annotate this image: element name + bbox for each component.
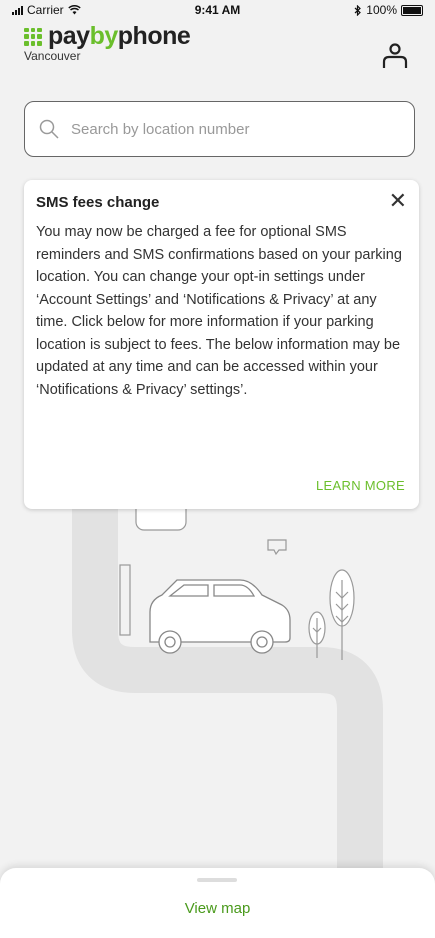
logo-text-pay: pay — [48, 22, 90, 50]
account-icon[interactable] — [382, 42, 408, 70]
logo-text: paybyphone — [48, 22, 191, 51]
notice-title: SMS fees change — [36, 194, 160, 211]
battery-icon — [401, 4, 423, 16]
app-header: paybyphone Vancouver — [24, 22, 414, 82]
search-bar[interactable] — [24, 101, 415, 157]
notice-body: You may now be charged a fee for optiona… — [36, 224, 402, 398]
sms-fees-notice: SMS fees change ✕ You may now be charged… — [24, 180, 419, 509]
search-input[interactable] — [69, 119, 393, 139]
view-map-button[interactable]: View map — [0, 900, 435, 917]
learn-more-link[interactable]: LEARN MORE — [316, 478, 405, 493]
city-label: Vancouver — [24, 49, 81, 63]
search-icon — [39, 119, 59, 139]
status-right: 100% — [354, 3, 423, 17]
logo-text-by: by — [89, 22, 119, 50]
paybyphone-logo: paybyphone — [24, 22, 414, 51]
bluetooth-icon — [354, 4, 362, 16]
logo-grid-icon — [24, 27, 42, 46]
status-bar: Carrier 9:41 AM 100% — [0, 0, 435, 20]
bottom-sheet[interactable]: View map — [0, 868, 435, 938]
battery-percent: 100% — [366, 3, 397, 17]
logo-text-phone: phone — [117, 22, 191, 50]
sheet-handle[interactable] — [197, 878, 237, 882]
close-icon[interactable]: ✕ — [389, 190, 407, 212]
